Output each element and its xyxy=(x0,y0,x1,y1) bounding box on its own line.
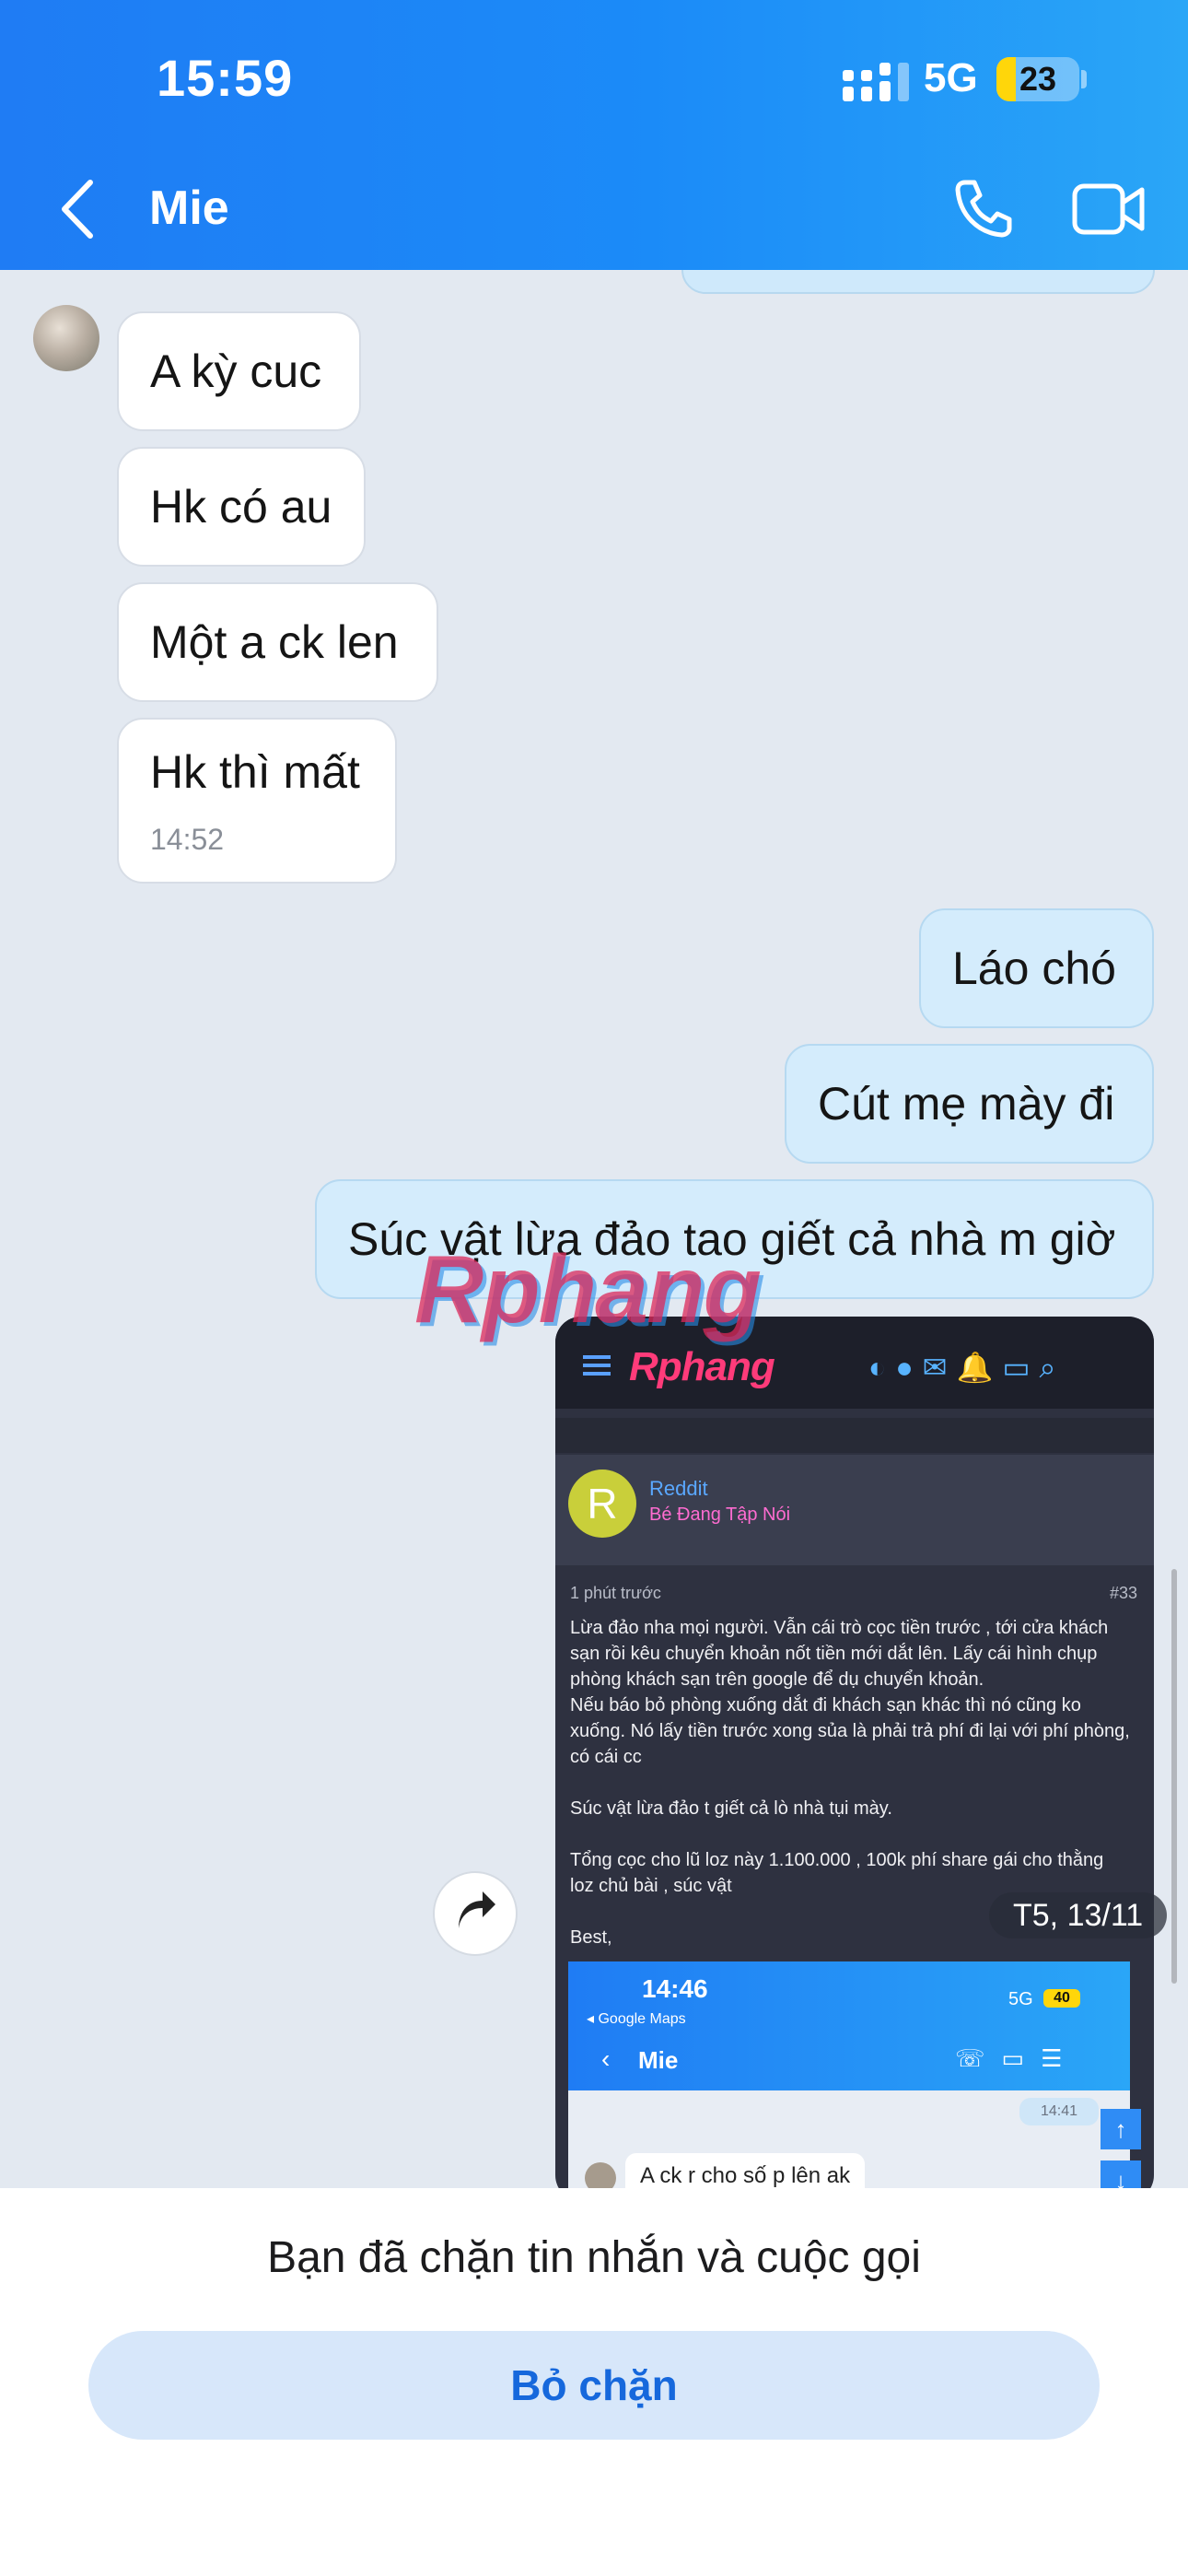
contact-name[interactable]: Mie xyxy=(149,181,229,236)
status-time: 15:59 xyxy=(157,49,294,107)
embedded-header: 14:46 ◂ Google Maps 5G 40 ‹ Mie ☏▭☰ xyxy=(568,1961,1130,2090)
video-call-icon[interactable] xyxy=(1072,182,1146,236)
embedded-chat-screenshot: 14:46 ◂ Google Maps 5G 40 ‹ Mie ☏▭☰ 14:4… xyxy=(568,1961,1141,2188)
embedded-message: A ck r cho số p lên ak xyxy=(625,2153,866,2188)
menu-icon xyxy=(583,1355,611,1376)
share-arrow-icon xyxy=(459,1891,495,1928)
forum-breadcrumb-bar xyxy=(555,1418,1154,1453)
outgoing-message[interactable]: Cút mẹ mày đi xyxy=(785,1044,1154,1164)
message-text: A kỳ cuc xyxy=(150,345,322,397)
message-timestamp: 14:52 xyxy=(150,822,225,856)
message-text: Một a ck len xyxy=(150,616,399,668)
author-name: Reddit xyxy=(649,1477,708,1500)
post-time: 1 phút trước xyxy=(570,1584,661,1602)
incoming-message[interactable]: Hk có au xyxy=(117,447,366,567)
embedded-header-icons: ☏▭☰ xyxy=(955,2044,1079,2072)
embedded-battery: 40 xyxy=(1043,1989,1080,2008)
post-number: #33 xyxy=(1109,1584,1137,1602)
battery-tip xyxy=(1081,70,1087,88)
battery-level: 23 xyxy=(1019,60,1057,98)
header-bar: 15:59 5G 23 Mie xyxy=(0,0,1188,270)
cellular-signal-icon xyxy=(843,63,909,101)
watermark-logo: Rphang xyxy=(414,1236,762,1343)
date-separator: T5, 13/11 xyxy=(989,1892,1168,1938)
network-type: 5G xyxy=(924,55,978,100)
author-avatar: R xyxy=(568,1469,636,1538)
blocked-notice: Bạn đã chặn tin nhắn và cuộc gọi xyxy=(267,2233,921,2282)
outgoing-message[interactable]: Láo chó xyxy=(919,908,1154,1028)
embedded-back-app: ◂ Google Maps xyxy=(587,2011,686,2027)
embedded-avatar xyxy=(585,2162,616,2188)
contact-avatar[interactable] xyxy=(33,305,99,371)
blocked-footer: Bạn đã chặn tin nhắn và cuộc gọi Bỏ chặn xyxy=(0,2188,1188,2576)
chat-area[interactable]: A kỳ cuc Hk có au Một a ck len Hk thì mấ… xyxy=(0,270,1188,2188)
embedded-network: 5G xyxy=(1008,1989,1033,2009)
phone-call-icon[interactable] xyxy=(952,177,1015,240)
post-author-card: R Reddit Bé Đang Tập Nói xyxy=(555,1455,1154,1565)
message-text: Hk thì mất xyxy=(150,745,360,798)
message-text: Hk có au xyxy=(150,481,332,533)
message-text: Láo chó xyxy=(952,943,1116,994)
back-chevron-icon[interactable] xyxy=(55,177,101,241)
image-attachment[interactable]: Rphang ◐●✉🔔▭⌕ R Reddit Bé Đang Tập Nói 1… xyxy=(555,1317,1154,2188)
forward-share-button[interactable] xyxy=(433,1871,518,1956)
forum-logo: Rphang xyxy=(629,1344,775,1389)
scrollbar[interactable] xyxy=(1171,1569,1177,1984)
embedded-timestamp: 14:41 xyxy=(1019,2098,1099,2125)
forum-toolbar-icons: ◐●✉🔔▭⌕ xyxy=(868,1351,1066,1384)
incoming-message[interactable]: Một a ck len xyxy=(117,582,438,702)
embedded-time: 14:46 xyxy=(642,1974,708,2003)
battery-icon: 23 xyxy=(996,57,1079,101)
incoming-message[interactable]: A kỳ cuc xyxy=(117,311,361,431)
embedded-back-icon: ‹ xyxy=(601,2044,611,2073)
incoming-message[interactable]: Hk thì mất 14:52 xyxy=(117,718,397,884)
arrow-up-icon: ↑ xyxy=(1101,2109,1141,2149)
unblock-button[interactable]: Bỏ chặn xyxy=(88,2331,1100,2440)
previous-message-bubble xyxy=(681,270,1155,294)
arrow-down-icon: ↓ xyxy=(1101,2160,1141,2188)
message-text: Cút mẹ mày đi xyxy=(818,1078,1115,1130)
author-role: Bé Đang Tập Nói xyxy=(649,1505,791,1525)
embedded-contact-name: Mie xyxy=(638,2046,679,2074)
